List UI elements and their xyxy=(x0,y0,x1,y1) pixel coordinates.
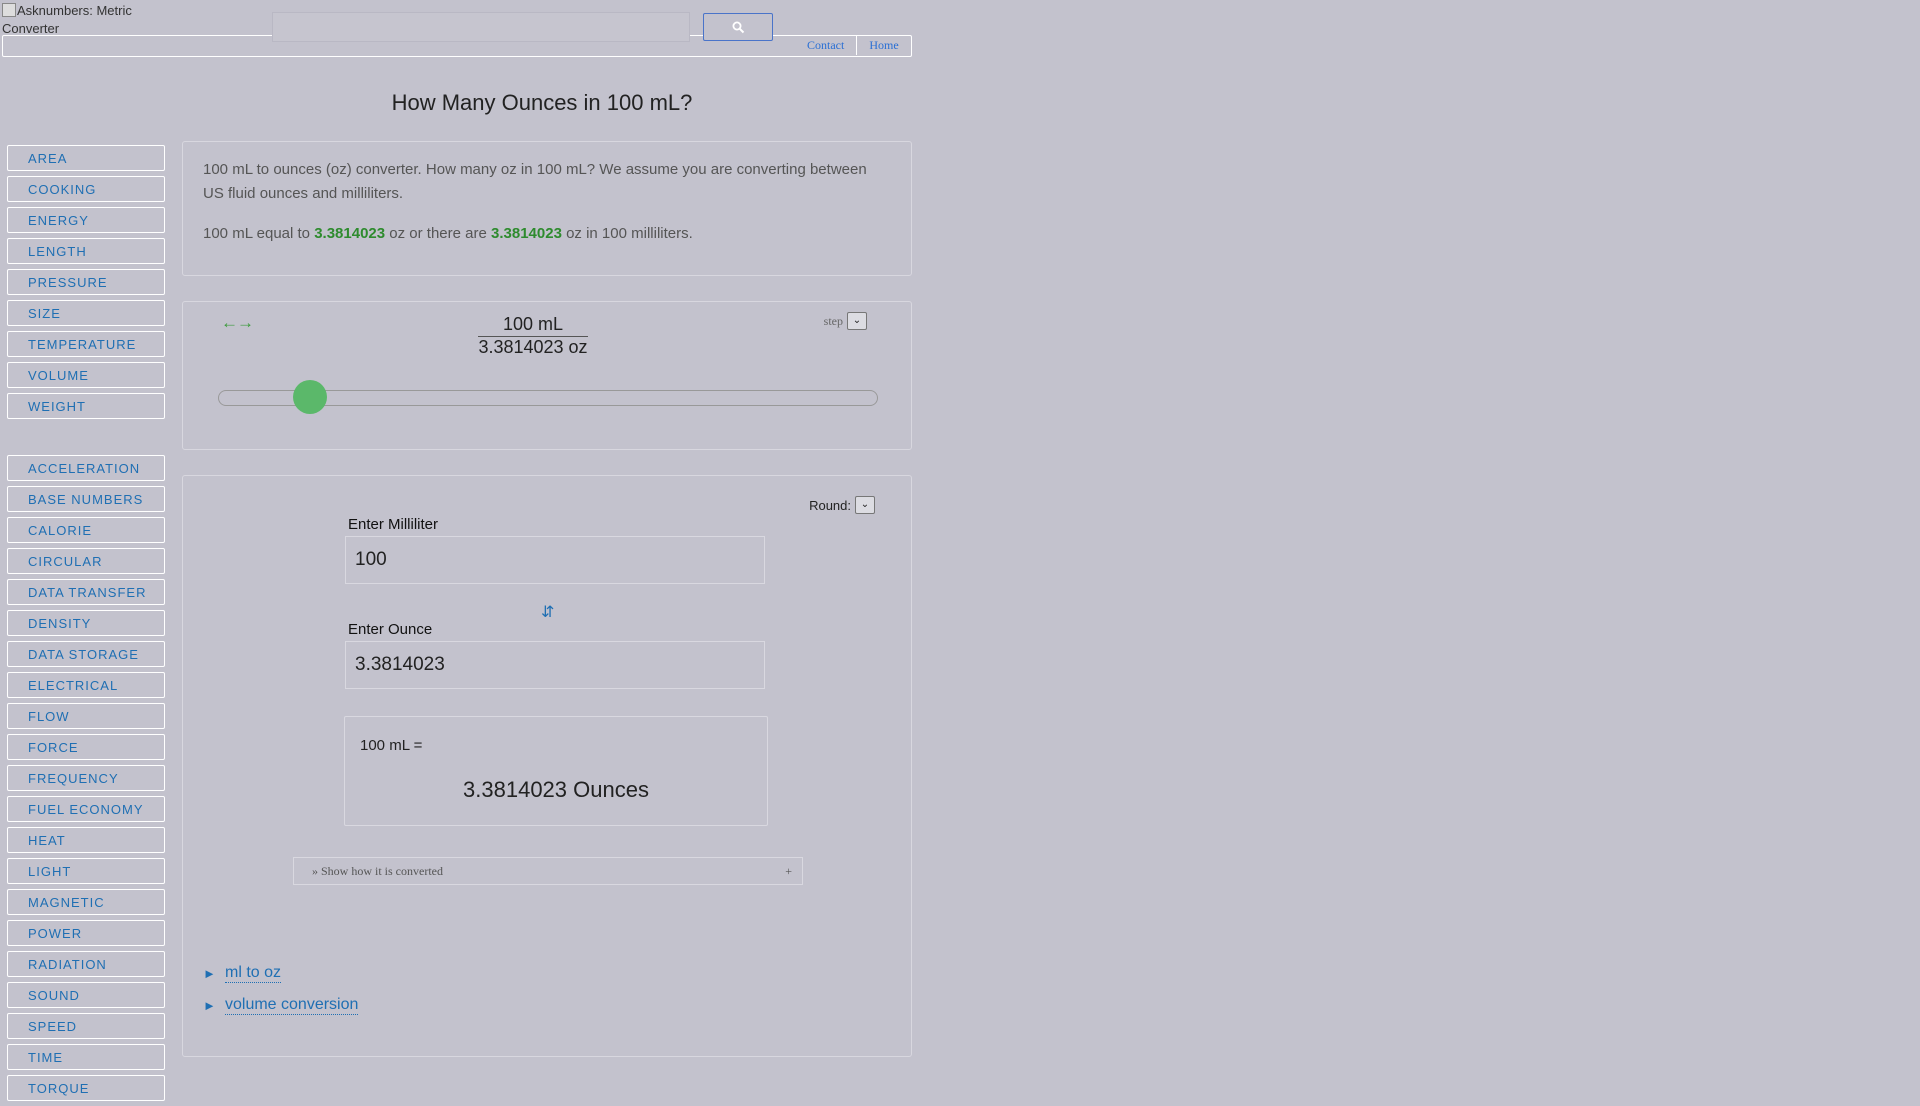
intro-text-c: oz in 100 milliliters. xyxy=(561,225,693,242)
search-input[interactable] xyxy=(272,12,690,42)
ml-to-oz-link[interactable]: ml to oz xyxy=(225,964,282,983)
sidebar-item-length[interactable]: LENGTH xyxy=(7,238,165,264)
value-slider-thumb[interactable] xyxy=(293,380,328,414)
home-link[interactable]: Home xyxy=(856,35,910,55)
sidebar-item-sound[interactable]: SOUND xyxy=(7,982,165,1008)
contact-link[interactable]: Contact xyxy=(795,35,856,55)
result-value-oz: 3.3814023 xyxy=(314,225,386,242)
sidebar-item-force[interactable]: FORCE xyxy=(7,734,165,760)
swap-icon[interactable]: ⇵ xyxy=(541,602,554,622)
intro-text: 100 mL to ounces (oz) converter. How man… xyxy=(203,161,867,202)
show-how-toggle[interactable]: » Show how it is converted + xyxy=(293,857,803,885)
result-value-oz-2: 3.3814023 xyxy=(491,225,562,242)
sidebar-item-energy[interactable]: ENERGY xyxy=(7,207,165,233)
page-title: How Many Ounces in 100 mL? xyxy=(391,90,693,115)
sidebar-item-fuel-economy[interactable]: FUEL ECONOMY xyxy=(7,796,165,822)
site-logo[interactable]: Asknumbers: Metric Converter xyxy=(2,2,142,38)
ounce-label: Enter Ounce xyxy=(348,621,433,638)
sidebar-item-calorie[interactable]: CALORIE xyxy=(7,517,165,543)
sidebar-item-data-storage[interactable]: DATA STORAGE xyxy=(7,641,165,667)
milliliter-label: Enter Milliliter xyxy=(348,516,439,533)
sidebar-item-temperature[interactable]: TEMPERATURE xyxy=(7,331,165,357)
related-links: ► ml to oz ► volume conversion xyxy=(203,964,359,1028)
intro-text-b: oz or there are xyxy=(385,225,491,242)
logo-alt-text: Asknumbers: Metric Converter xyxy=(2,3,132,36)
milliliter-input[interactable]: 100 xyxy=(345,536,765,584)
sidebar-item-data-transfer[interactable]: DATA TRANSFER xyxy=(7,579,165,605)
sidebar-item-area[interactable]: AREA xyxy=(7,145,165,171)
result-box: 100 mL = 3.3814023 Ounces xyxy=(344,716,768,826)
sidebar-item-torque[interactable]: TORQUE xyxy=(7,1075,165,1101)
sidebar-item-pressure[interactable]: PRESSURE xyxy=(7,269,165,295)
sidebar-item-weight[interactable]: WEIGHT xyxy=(7,393,165,419)
volume-conversion-link[interactable]: volume conversion xyxy=(225,996,359,1015)
sidebar-item-size[interactable]: SIZE xyxy=(7,300,165,326)
sidebar-item-electrical[interactable]: ELECTRICAL xyxy=(7,672,165,698)
step-control: step ⌄ xyxy=(824,312,867,330)
broken-image-icon xyxy=(2,3,16,17)
sidebar-item-cooking[interactable]: COOKING xyxy=(7,176,165,202)
step-label: step xyxy=(823,313,843,328)
sidebar-item-flow[interactable]: FLOW xyxy=(7,703,165,729)
sidebar-item-acceleration[interactable]: ACCELERATION xyxy=(7,455,165,481)
expand-plus-icon: + xyxy=(785,864,792,878)
sidebar-item-time[interactable]: TIME xyxy=(7,1044,165,1070)
converter-panel: Round: ⌄ Enter Milliliter 100 ⇵ Enter Ou… xyxy=(182,475,912,1057)
list-item: ► volume conversion xyxy=(203,996,359,1028)
triangle-right-icon: ► xyxy=(203,966,216,981)
result-to: 3.3814023 Ounces xyxy=(463,777,649,802)
sidebar-item-volume[interactable]: VOLUME xyxy=(7,362,165,388)
round-control: Round: ⌄ xyxy=(809,496,875,514)
search-button[interactable] xyxy=(703,13,773,41)
sidebar-item-heat[interactable]: HEAT xyxy=(7,827,165,853)
triangle-right-icon: ► xyxy=(203,998,216,1013)
fraction-denominator: 3.3814023 oz xyxy=(478,337,588,357)
sidebar-item-frequency[interactable]: FREQUENCY xyxy=(7,765,165,791)
top-nav: Contact Home xyxy=(795,35,911,55)
fraction-numerator: 100 mL xyxy=(478,314,588,337)
search-icon xyxy=(732,21,744,33)
sidebar-item-speed[interactable]: SPEED xyxy=(7,1013,165,1039)
round-select[interactable]: ⌄ xyxy=(855,496,875,514)
sidebar-item-magnetic[interactable]: MAGNETIC xyxy=(7,889,165,915)
fraction-display: 100 mL 3.3814023 oz xyxy=(478,314,588,358)
intro-text-a: 100 mL equal to xyxy=(203,225,315,242)
prev-next-arrows-icon[interactable]: ←→ xyxy=(221,313,254,333)
sidebar-item-circular[interactable]: CIRCULAR xyxy=(7,548,165,574)
slider-panel: ←→ 100 mL 3.3814023 oz step ⌄ xyxy=(182,301,912,450)
intro-panel: 100 mL to ounces (oz) converter. How man… xyxy=(182,141,912,276)
intro-result: 100 mL equal to 3.3814023 oz or there ar… xyxy=(203,222,891,246)
ounce-input[interactable]: 3.3814023 xyxy=(345,641,765,689)
round-label: Round: xyxy=(809,497,851,513)
sidebar: AREA COOKING ENERGY LENGTH PRESSURE SIZE… xyxy=(7,145,165,1106)
sidebar-item-light[interactable]: LIGHT xyxy=(7,858,165,884)
list-item: ► ml to oz xyxy=(203,964,358,996)
sidebar-item-base-numbers[interactable]: BASE NUMBERS xyxy=(7,486,165,512)
sidebar-item-power[interactable]: POWER xyxy=(7,920,165,946)
result-from: 100 mL = xyxy=(360,737,423,754)
sidebar-item-radiation[interactable]: RADIATION xyxy=(7,951,165,977)
step-select[interactable]: ⌄ xyxy=(847,312,867,330)
show-how-label: » Show how it is converted xyxy=(312,864,443,878)
sidebar-item-density[interactable]: DENSITY xyxy=(7,610,165,636)
